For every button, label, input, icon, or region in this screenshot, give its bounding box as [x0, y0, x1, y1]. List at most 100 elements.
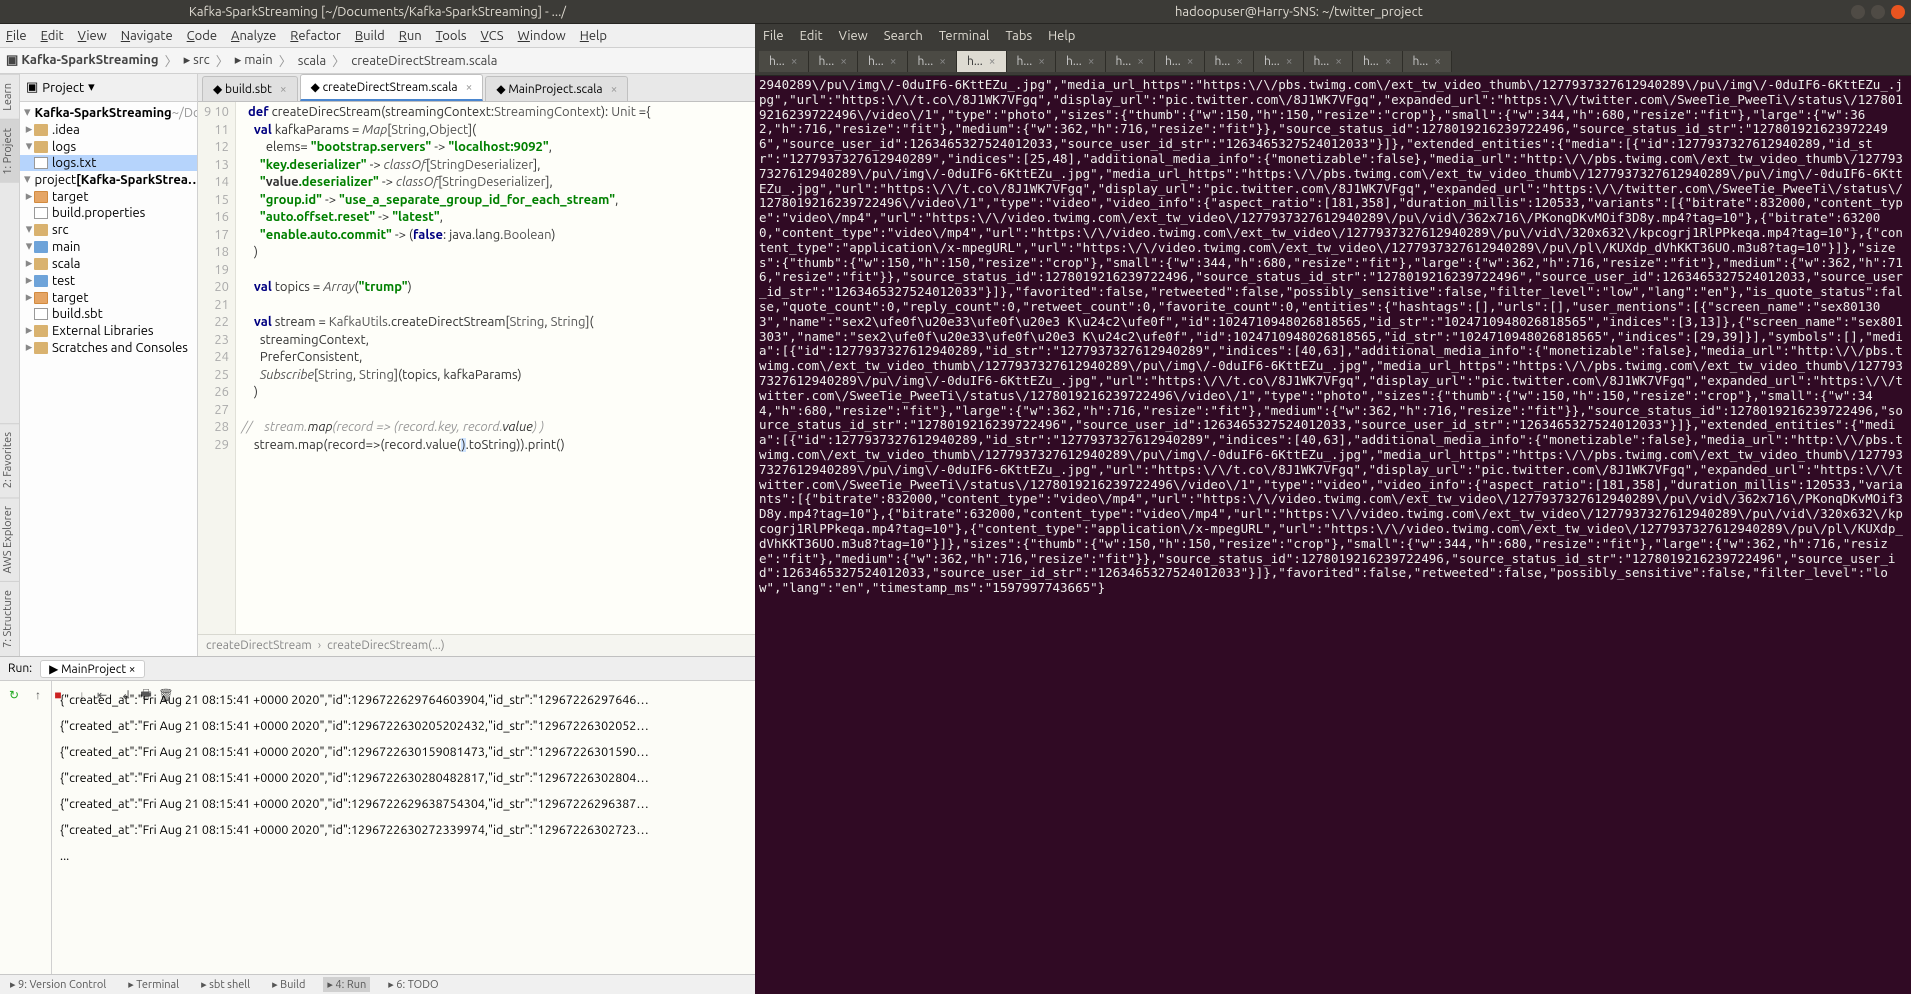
term-menu-edit[interactable]: Edit [800, 29, 823, 43]
bottom-btn[interactable]: ▸ Terminal [124, 977, 183, 992]
term-tab[interactable]: h... × [1403, 51, 1453, 72]
tab-close-icon[interactable]: × [1236, 55, 1243, 68]
menu-run[interactable]: Run [399, 29, 422, 43]
tree-node[interactable]: ▸.idea [20, 121, 197, 138]
term-tab[interactable]: h... × [1304, 51, 1354, 72]
menu-analyze[interactable]: Analyze [231, 29, 276, 43]
menu-tools[interactable]: Tools [436, 29, 467, 43]
tab-close-icon[interactable]: × [1335, 55, 1342, 68]
tree-node[interactable]: ▾project [Kafka-SparkStrea… [20, 171, 197, 188]
term-tab[interactable]: h... × [957, 51, 1007, 72]
term-menu-file[interactable]: File [763, 29, 784, 43]
menu-file[interactable]: File [6, 29, 27, 43]
term-tab[interactable]: h... × [759, 51, 809, 72]
tree-node[interactable]: ▾logs [20, 138, 197, 155]
term-menu-search[interactable]: Search [884, 29, 923, 43]
bottom-btn[interactable]: ▸ 6: TODO [384, 977, 442, 992]
term-tab[interactable]: h... × [1106, 51, 1156, 72]
crumb-2[interactable]: ▸ main [235, 53, 273, 68]
term-menu-view[interactable]: View [839, 29, 868, 43]
tab-close-icon[interactable]: × [1088, 55, 1095, 68]
menu-code[interactable]: Code [187, 29, 217, 43]
tab-close-icon[interactable]: × [1385, 55, 1392, 68]
close-icon[interactable] [1891, 5, 1905, 19]
term-tab[interactable]: h... × [908, 51, 958, 72]
term-tab[interactable]: h... × [1007, 51, 1057, 72]
sidetab-favorites[interactable]: 2: Favorites [0, 423, 19, 496]
menu-view[interactable]: View [78, 29, 107, 43]
tree-node[interactable]: ▸test [20, 272, 197, 289]
tree-node[interactable]: ▾Kafka-SparkStreaming ~/Do [20, 104, 197, 121]
term-tab[interactable]: h... × [1155, 51, 1205, 72]
menu-help[interactable]: Help [580, 29, 607, 43]
rerun-icon[interactable]: ↻ [4, 685, 24, 705]
bottom-btn[interactable]: ▸ 4: Run [323, 977, 370, 992]
ide-menubar: File Edit View Navigate Code Analyze Refactor B… [0, 24, 755, 48]
term-tab[interactable]: h... × [1353, 51, 1403, 72]
crumb-1[interactable]: ▸ src [184, 53, 210, 68]
tab-close-icon[interactable]: × [791, 55, 798, 68]
project-view-combo[interactable]: ▣ Project ▾ [26, 80, 95, 95]
menu-refactor[interactable]: Refactor [290, 29, 341, 43]
tree-node[interactable]: ▾main [20, 238, 197, 255]
run-output[interactable]: {"created_at":"Fri Aug 21 08:15:41 +0000… [52, 681, 755, 974]
editor-tab[interactable]: ◆ build.sbt× [202, 76, 298, 101]
term-titlebar: hadoopuser@Harry-SNS: ~/twitter_project [755, 0, 1911, 24]
crumb-4[interactable]: createDirectStream.scala [351, 54, 497, 68]
sidetab-structure[interactable]: 7: Structure [0, 581, 19, 656]
code-content[interactable]: def createDirecStream(streamingContext:S… [236, 102, 755, 634]
term-menu-terminal[interactable]: Terminal [939, 29, 990, 43]
tab-close-icon[interactable]: × [1137, 55, 1144, 68]
term-menu-tabs[interactable]: Tabs [1005, 29, 1032, 43]
crumb-0[interactable]: ▣ Kafka-SparkStreaming [6, 53, 159, 68]
sidetab-aws[interactable]: AWS Explorer [0, 497, 19, 581]
term-tab[interactable]: h... × [1254, 51, 1304, 72]
tree-node[interactable]: build.sbt [20, 306, 197, 322]
tab-close-icon[interactable]: × [1038, 55, 1045, 68]
bottom-btn[interactable]: ▸ Build [268, 977, 309, 992]
editor-tab[interactable]: ◆ MainProject.scala× [485, 76, 628, 101]
tab-close-icon[interactable]: × [890, 55, 897, 68]
term-tab[interactable]: h... × [1056, 51, 1106, 72]
menu-vcs[interactable]: VCS [481, 29, 504, 43]
bottom-btn[interactable]: ▸ sbt shell [197, 977, 254, 992]
ide-titlebar: Kafka-SparkStreaming [~/Documents/Kafka-… [0, 0, 755, 24]
menu-build[interactable]: Build [355, 29, 385, 43]
term-tab[interactable]: h... × [1205, 51, 1255, 72]
tree-node[interactable]: ▸target [20, 188, 197, 205]
sidetab-learn[interactable]: Learn [0, 74, 19, 119]
bc-method[interactable]: createDirecStream(...) [327, 639, 444, 652]
tab-close-icon[interactable]: × [939, 55, 946, 68]
tree-node[interactable]: ▸Scratches and Consoles [20, 339, 197, 356]
tree-node[interactable]: ▸target [20, 289, 197, 306]
tab-close-icon[interactable]: × [1286, 55, 1293, 68]
up-icon[interactable]: ↑ [28, 685, 48, 705]
bc-class[interactable]: createDirectStream [206, 639, 312, 652]
menu-navigate[interactable]: Navigate [121, 29, 173, 43]
tree-node[interactable]: ▸External Libraries [20, 322, 197, 339]
menu-window[interactable]: Window [518, 29, 566, 43]
maximize-icon[interactable] [1871, 5, 1885, 19]
bottom-btn[interactable]: ▸ 9: Version Control [6, 977, 110, 992]
tab-close-icon[interactable]: × [466, 81, 473, 94]
sidetab-project[interactable]: 1: Project [0, 119, 19, 183]
tree-node[interactable]: ▸scala [20, 255, 197, 272]
run-config-tab[interactable]: ▶ MainProject × [40, 660, 144, 678]
term-tab[interactable]: h... × [809, 51, 859, 72]
tab-close-icon[interactable]: × [840, 55, 847, 68]
tab-close-icon[interactable]: × [1434, 55, 1441, 68]
tree-node[interactable]: build.properties [20, 205, 197, 221]
term-output[interactable]: 2940289\/pu\/img\/-0duIF6-6KttEZu_.jpg",… [755, 76, 1911, 994]
tab-close-icon[interactable]: × [611, 83, 618, 96]
minimize-icon[interactable] [1851, 5, 1865, 19]
tab-close-icon[interactable]: × [989, 55, 996, 68]
menu-edit[interactable]: Edit [41, 29, 64, 43]
tab-close-icon[interactable]: × [280, 83, 287, 96]
term-menu-help[interactable]: Help [1048, 29, 1075, 43]
crumb-3[interactable]: scala [298, 54, 326, 68]
editor-tab[interactable]: ◆ createDirectStream.scala× [300, 74, 484, 101]
term-tab[interactable]: h... × [858, 51, 908, 72]
tree-node[interactable]: ▾src [20, 221, 197, 238]
tree-node[interactable]: logs.txt [20, 155, 197, 171]
tab-close-icon[interactable]: × [1187, 55, 1194, 68]
